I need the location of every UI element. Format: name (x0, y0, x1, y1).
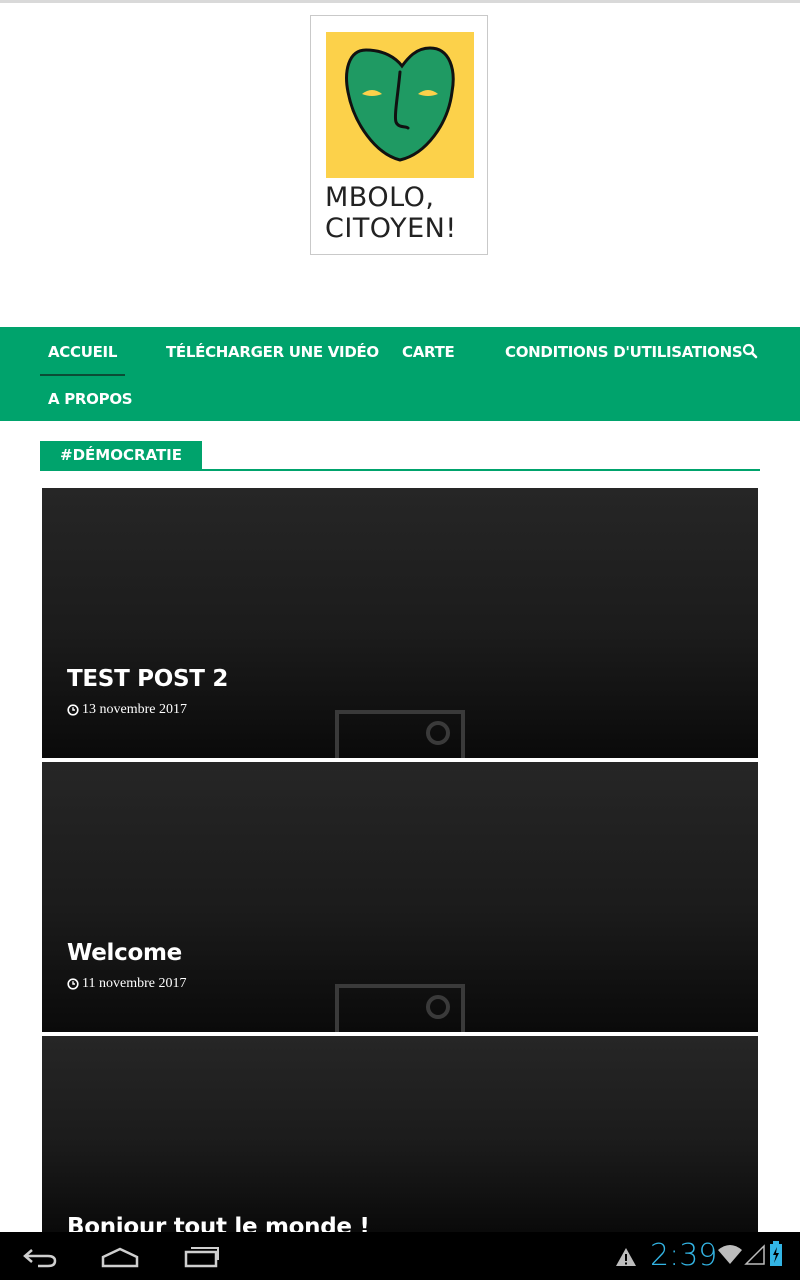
top-divider (0, 0, 800, 3)
post-title[interactable]: Welcome (67, 940, 182, 966)
nav-item-carte[interactable]: CARTE (402, 343, 455, 361)
image-placeholder-icon (335, 710, 465, 758)
post-card[interactable]: Bonjour tout le monde ! (42, 1036, 758, 1232)
post-card[interactable]: Welcome 11 novembre 2017 (42, 762, 758, 1032)
wifi-icon (718, 1245, 742, 1264)
post-date: 13 novembre 2017 (67, 702, 187, 718)
main-navigation: ACCUEIL TÉLÉCHARGER UNE VIDÉO CARTE COND… (0, 327, 800, 421)
search-icon[interactable] (742, 343, 760, 361)
post-card[interactable]: TEST POST 2 13 novembre 2017 (42, 488, 758, 758)
logo-mask-emblem (326, 32, 474, 178)
recent-apps-icon[interactable] (182, 1246, 220, 1268)
post-date: 11 novembre 2017 (67, 976, 186, 992)
system-navigation-bar: 2:39 (0, 1232, 800, 1280)
logo-wordmark: MBOLO, CITOYEN! (325, 182, 485, 244)
section-header: #DÉMOCRATIE (40, 441, 760, 471)
back-icon[interactable] (22, 1246, 58, 1268)
nav-item-conditions[interactable]: CONDITIONS D'UTILISATIONS (505, 343, 743, 361)
post-date-text: 13 novembre 2017 (82, 702, 187, 717)
nav-item-a-propos[interactable]: A PROPOS (48, 390, 133, 408)
post-title[interactable]: Bonjour tout le monde ! (67, 1214, 370, 1232)
nav-item-accueil[interactable]: ACCUEIL (40, 343, 126, 376)
logo-line-2: CITOYEN! (325, 213, 457, 244)
section-tag[interactable]: #DÉMOCRATIE (40, 441, 203, 469)
post-title[interactable]: TEST POST 2 (67, 666, 228, 692)
home-icon[interactable] (100, 1246, 140, 1268)
status-clock: 2:39 (650, 1238, 718, 1273)
signal-icon (744, 1244, 765, 1265)
warning-icon (616, 1248, 636, 1266)
post-date-text: 11 novembre 2017 (82, 976, 187, 991)
clock-icon (67, 978, 79, 990)
logo-line-1: MBOLO, (325, 182, 435, 213)
site-logo[interactable]: MBOLO, CITOYEN! (310, 15, 488, 255)
clock-icon (67, 704, 79, 716)
nav-item-telecharger-video[interactable]: TÉLÉCHARGER UNE VIDÉO (166, 343, 379, 361)
battery-charging-icon (770, 1241, 782, 1266)
mask-icon (345, 46, 455, 162)
image-placeholder-icon (335, 984, 465, 1032)
